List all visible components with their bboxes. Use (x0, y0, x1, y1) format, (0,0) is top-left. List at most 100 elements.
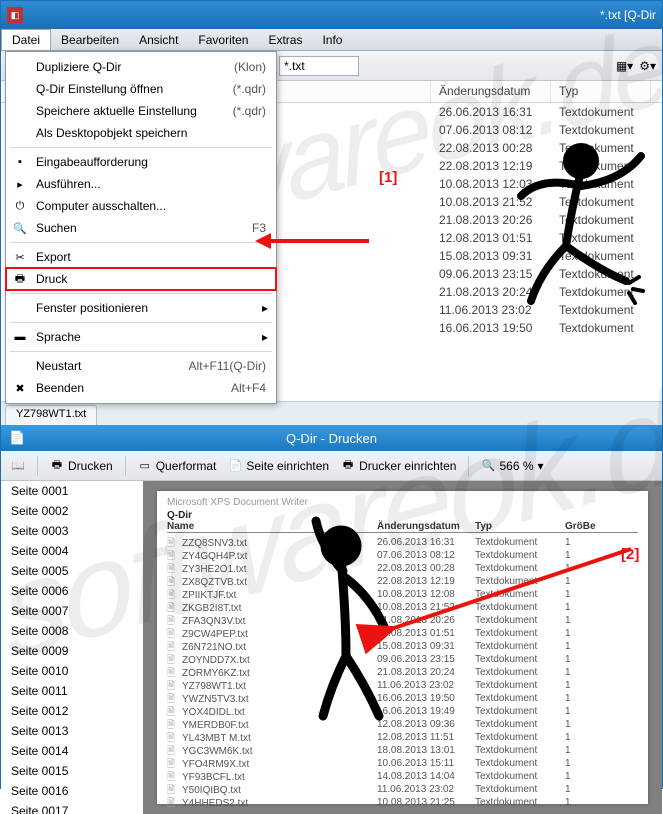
annotation-arrow-2 (381, 549, 641, 664)
file-icon: 🗎 (167, 653, 179, 663)
menu-label: Suchen (36, 221, 252, 235)
menu-item-druck[interactable]: 🖶Druck (6, 268, 276, 290)
menu-accel: (*.qdr) (233, 82, 266, 96)
submenu-arrow-icon: ▸ (262, 330, 268, 344)
file-icon: 🗎 (167, 640, 179, 650)
preview-row: 🗎Y50IQIBQ.txt11.06.2013 23:02Textdokumen… (167, 783, 638, 796)
preview-row: 🗎YF93BCFL.txt14.08.2013 14:04Textdokumen… (167, 770, 638, 783)
options-icon[interactable]: ⚙▾ (639, 59, 656, 73)
menu-item-fenster-positionieren[interactable]: Fenster positionieren▸ (6, 297, 276, 319)
page-item[interactable]: Seite 0006 (1, 581, 143, 601)
menu-label: Speichere aktuelle Einstellung (36, 104, 233, 118)
print-nav-button[interactable]: 📖 (11, 459, 25, 473)
menu-extras[interactable]: Extras (258, 30, 312, 50)
file-icon: 🗎 (167, 692, 179, 702)
file-icon: 🗎 (167, 666, 179, 676)
col-date-header[interactable]: Änderungsdatum (431, 81, 551, 102)
zoom-control[interactable]: 🔍566 % ▾ (481, 459, 543, 473)
menu-item-sprache[interactable]: ▬Sprache▸ (6, 326, 276, 348)
pagesetup-label: Seite einrichten (246, 459, 329, 473)
file-date: 07.06.2013 08:12 (431, 123, 551, 137)
blank-icon (12, 358, 28, 374)
page-item[interactable]: Seite 0011 (1, 681, 143, 701)
menu-item-speichere-aktuelle-einstellung[interactable]: Speichere aktuelle Einstellung(*.qdr) (6, 100, 276, 122)
file-type: Textdokument (551, 123, 651, 137)
blank-icon (12, 103, 28, 119)
menu-separator (10, 322, 272, 323)
page-item[interactable]: Seite 0012 (1, 701, 143, 721)
print-icon: 🖶 (12, 271, 28, 287)
page-item[interactable]: Seite 0004 (1, 541, 143, 561)
window-title: *.txt [Q-Dir (600, 8, 656, 22)
pages-list[interactable]: Seite 0001Seite 0002Seite 0003Seite 0004… (1, 481, 143, 814)
menu-item-q-dir-einstellung-ffnen[interactable]: Q-Dir Einstellung öffnen(*.qdr) (6, 78, 276, 100)
zoom-value: 566 % (499, 459, 533, 473)
menu-item-neustart[interactable]: NeustartAlt+F11(Q-Dir) (6, 355, 276, 377)
menu-item-computer-ausschalten-[interactable]: ⏻Computer ausschalten... (6, 195, 276, 217)
cmd-icon: ▪ (12, 154, 28, 170)
menu-accel: (*.qdr) (233, 104, 266, 118)
file-icon: 🗎 (167, 757, 179, 767)
menu-separator (10, 147, 272, 148)
print-button[interactable]: 🖶Drucken (50, 459, 113, 473)
page-item[interactable]: Seite 0009 (1, 641, 143, 661)
filter-text: *.txt (284, 59, 305, 73)
page-item[interactable]: Seite 0015 (1, 761, 143, 781)
preview-row: 🗎YL43MBT M.txt12.08.2013 11:51Textdokume… (167, 731, 638, 744)
menu-item-export[interactable]: ✂Export (6, 246, 276, 268)
menu-bearbeiten[interactable]: Bearbeiten (51, 30, 129, 50)
page-item[interactable]: Seite 0005 (1, 561, 143, 581)
page-item[interactable]: Seite 0013 (1, 721, 143, 741)
file-icon: 🗎 (167, 536, 179, 546)
flag-icon: ▬ (12, 329, 28, 345)
page-item[interactable]: Seite 0002 (1, 501, 143, 521)
menu-item-dupliziere-q-dir[interactable]: Dupliziere Q-Dir(Klon) (6, 56, 276, 78)
page-item[interactable]: Seite 0014 (1, 741, 143, 761)
printersetup-button[interactable]: 🖶Drucker einrichten (341, 459, 456, 473)
print-titlebar: 📄 Q-Dir - Drucken (1, 425, 662, 451)
page-item[interactable]: Seite 0008 (1, 621, 143, 641)
menu-item-suchen[interactable]: 🔍SuchenF3 (6, 217, 276, 239)
annotation-label-1: [1] (379, 169, 397, 186)
menu-item-als-desktopobjekt-speichern[interactable]: Als Desktopobjekt speichern (6, 122, 276, 144)
file-date: 16.06.2013 19:50 (431, 321, 551, 335)
menu-item-eingabeaufforderung[interactable]: ▪Eingabeaufforderung (6, 151, 276, 173)
blank-icon (12, 300, 28, 316)
menu-favoriten[interactable]: Favoriten (188, 30, 258, 50)
page-item[interactable]: Seite 0016 (1, 781, 143, 801)
zoom-icon: 🔍 (481, 459, 495, 473)
menu-item-beenden[interactable]: ✖BeendenAlt+F4 (6, 377, 276, 399)
page-item[interactable]: Seite 0007 (1, 601, 143, 621)
landscape-button[interactable]: ▭Querformat (138, 459, 217, 473)
menu-item-ausf-hren-[interactable]: ▸Ausführen... (6, 173, 276, 195)
file-type: Textdokument (551, 321, 651, 335)
titlebar: ◧ *.txt [Q-Dir (1, 1, 662, 29)
preview-row: 🗎YGC3WM6K.txt18.08.2013 13:01Textdokumen… (167, 744, 638, 757)
file-icon: 🗎 (167, 731, 179, 741)
dropdown-datei: Dupliziere Q-Dir(Klon)Q-Dir Einstellung … (5, 51, 277, 404)
menu-separator (10, 242, 272, 243)
file-icon: 🗎 (167, 796, 179, 806)
stick-figure-1 (511, 141, 661, 321)
menu-label: Export (36, 250, 266, 264)
filter-input[interactable]: *.txt (279, 56, 359, 76)
page-item[interactable]: Seite 0010 (1, 661, 143, 681)
annotation-label-2: [2] (621, 546, 639, 563)
blank-icon (12, 125, 28, 141)
tab-file[interactable]: YZ798WT1.txt (5, 405, 97, 425)
menu-ansicht[interactable]: Ansicht (129, 30, 188, 50)
preview-col-size: GröBe (565, 521, 605, 532)
page-item[interactable]: Seite 0001 (1, 481, 143, 501)
view-icon[interactable]: ▦▾ (616, 59, 633, 73)
landscape-label: Querformat (156, 459, 217, 473)
tabbar: YZ798WT1.txt (1, 401, 662, 425)
close-icon: ✖ (12, 380, 28, 396)
page-item[interactable]: Seite 0003 (1, 521, 143, 541)
menu-datei[interactable]: Datei (1, 29, 51, 50)
pagesetup-button[interactable]: 📄Seite einrichten (228, 459, 329, 473)
menubar: Datei Bearbeiten Ansicht Favoriten Extra… (1, 29, 662, 51)
file-icon: 🗎 (167, 614, 179, 624)
menu-info[interactable]: Info (312, 30, 352, 50)
col-typ-header[interactable]: Typ (551, 81, 651, 102)
page-item[interactable]: Seite 0017 (1, 801, 143, 814)
